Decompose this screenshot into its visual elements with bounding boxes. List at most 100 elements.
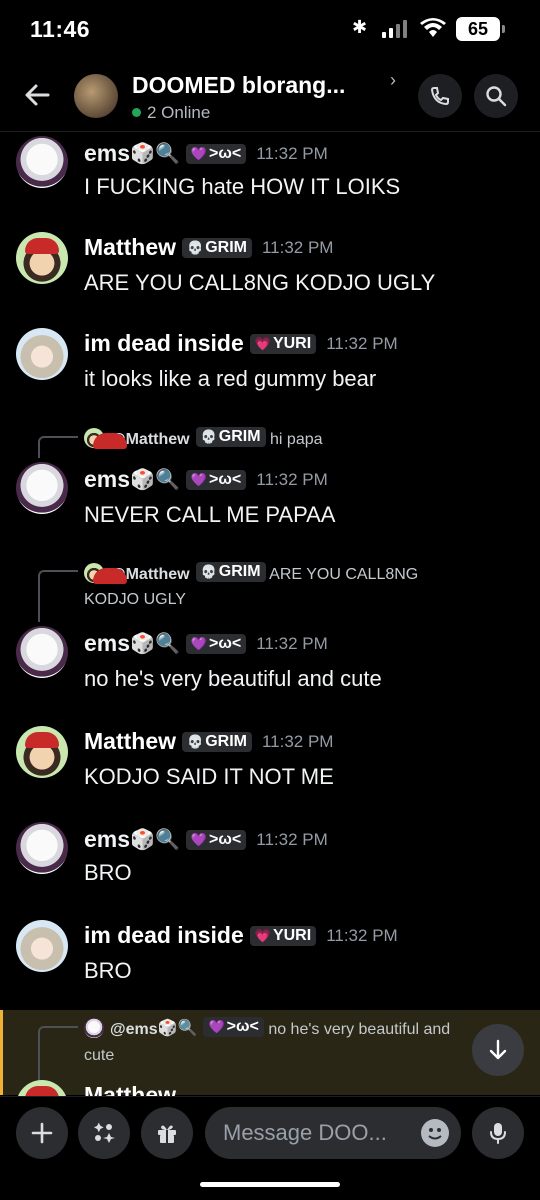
message[interactable]: ems🎲🔍 💜 >ω< 11:32 PM no he's very beautiful… <box>0 626 540 716</box>
message[interactable]: ems🎲🔍 💜 >ω< 11:32 PM BRO <box>0 822 540 912</box>
avatar[interactable] <box>16 232 68 284</box>
message-text: NEVER CALL ME PAPAA <box>84 502 336 527</box>
reply-text: hi papa <box>270 431 323 448</box>
online-dot-icon <box>132 108 141 117</box>
author-name[interactable]: ems <box>84 630 130 656</box>
avatar[interactable] <box>16 822 68 874</box>
avatar[interactable] <box>16 136 68 188</box>
status-bar: 11:46 ✱ 65 <box>0 0 540 60</box>
attach-button[interactable] <box>16 1107 68 1159</box>
role-tag: 💀 GRIM <box>195 427 266 447</box>
reply-preview-continued: KODJO UGLY <box>84 591 186 608</box>
author-name[interactable]: ems <box>84 826 130 852</box>
author-name[interactable]: Matthew <box>84 1082 176 1096</box>
timestamp: 11:32 PM <box>256 144 328 163</box>
heart-icon: 💜 <box>190 146 208 161</box>
timestamp: 11:32 PM <box>256 470 328 489</box>
reply-preview-continued: cute <box>84 1047 115 1064</box>
timestamp: 11:32 PM <box>261 732 334 751</box>
voice-call-button[interactable] <box>418 74 462 118</box>
jump-to-present-button[interactable] <box>472 1024 524 1076</box>
avatar[interactable] <box>16 920 68 972</box>
avatar[interactable] <box>16 626 68 678</box>
message[interactable]: im dead inside 💗 YURI 11:32 PM BRO <box>0 920 540 1010</box>
message[interactable]: Matthew 💀 GRIM 11:32 PM ARE YOU CALL8NG KOD… <box>0 232 540 322</box>
role-tag: 💜 >ω< <box>185 634 247 654</box>
message[interactable]: Matthew 💀 GRIM 11:32 PM KODJO SAID IT NOT M… <box>0 726 540 816</box>
message[interactable]: im dead inside 💗 YURI 11:32 PM it looks lik… <box>0 328 540 418</box>
skull-icon: 💀 <box>187 240 204 255</box>
message-input[interactable]: Message DOO... <box>205 1107 461 1159</box>
message[interactable]: ems🎲🔍 💜 >ω< 11:32 PM I FUCKING hate HOW IT … <box>0 136 540 226</box>
timestamp: 11:32 PM <box>326 334 398 353</box>
message-text: BRO <box>84 958 132 983</box>
reply-connector <box>38 570 78 622</box>
dice-icon: 🎲🔍 <box>130 829 180 851</box>
channel-title[interactable]: DOOMED blorang... <box>132 72 345 99</box>
author-name[interactable]: ems <box>84 466 130 492</box>
role-tag: 💀 GRIM <box>195 562 266 582</box>
skull-icon: 💀 <box>200 564 217 579</box>
author-name[interactable]: Matthew <box>84 728 176 754</box>
message-text: BRO <box>84 860 132 885</box>
phone-icon <box>430 87 449 106</box>
bluetooth-icon: ✱ <box>352 17 368 37</box>
clock: 11:46 <box>30 16 91 42</box>
dice-icon: 🎲🔍 <box>130 469 180 491</box>
reply-avatar <box>84 563 104 583</box>
role-tag: 💜 >ω< <box>185 470 247 490</box>
message-text: KODJO SAID IT NOT ME <box>84 764 334 789</box>
emoji-icon[interactable] <box>421 1119 449 1147</box>
wifi-icon <box>420 18 446 37</box>
heart-icon: 💜 <box>190 472 208 487</box>
dice-icon: 🎲🔍 <box>130 143 180 165</box>
skull-icon: 💀 <box>187 734 204 749</box>
battery-indicator: 65 <box>456 17 505 41</box>
cellular-signal-icon <box>382 20 408 38</box>
author-name[interactable]: ems <box>84 140 130 166</box>
message[interactable]: ems🎲🔍 💜 >ω< 11:32 PM NEVER CALL ME PAPAA <box>0 462 540 552</box>
skull-icon: 💀 <box>200 429 217 444</box>
author-name[interactable]: im dead inside <box>84 922 244 948</box>
role-tag: 💗 YURI <box>249 926 317 946</box>
chevron-right-icon[interactable]: › <box>390 70 396 91</box>
role-tag: 💗 YURI <box>249 334 317 354</box>
reply-preview[interactable]: @Matthew 💀 GRIM hi papa <box>84 427 323 449</box>
plus-icon <box>31 1122 53 1144</box>
author-name[interactable]: Matthew <box>84 234 176 260</box>
microphone-icon <box>490 1123 506 1144</box>
smiley-icon <box>428 1128 442 1140</box>
voice-message-button[interactable] <box>472 1107 524 1159</box>
channel-avatar[interactable] <box>74 74 118 118</box>
avatar[interactable] <box>16 462 68 514</box>
apps-icon <box>94 1122 115 1143</box>
reply-preview[interactable]: @Matthew 💀 GRIM ARE YOU CALL8NG <box>84 562 418 584</box>
search-button[interactable] <box>474 74 518 118</box>
role-tag: 💀 GRIM <box>182 732 252 752</box>
search-icon <box>486 86 507 107</box>
heart-icon: 💜 <box>190 832 208 847</box>
timestamp: 11:32 PM <box>326 926 398 945</box>
reply-avatar <box>84 428 104 448</box>
reply-connector <box>38 436 78 458</box>
gift-button[interactable] <box>141 1107 193 1159</box>
arrow-down-icon <box>489 1039 507 1060</box>
timestamp: 11:32 PM <box>256 830 328 849</box>
avatar[interactable] <box>16 328 68 380</box>
heart-icon: 💜 <box>190 636 208 651</box>
message-text: no he's very beautiful and cute <box>84 666 382 691</box>
reply-avatar <box>84 1018 104 1038</box>
reply-text: ARE YOU CALL8NG <box>269 566 419 583</box>
heart-icon: 💗 <box>254 336 271 351</box>
avatar[interactable] <box>16 726 68 778</box>
message[interactable]: Matthew <box>0 1080 540 1096</box>
back-arrow-icon[interactable] <box>22 80 52 110</box>
role-tag: 💀 GRIM <box>182 238 252 258</box>
heart-icon: 💗 <box>254 928 271 943</box>
message-text: ARE YOU CALL8NG KODJO UGLY <box>84 270 436 295</box>
dice-icon: 🎲🔍 <box>130 633 180 655</box>
author-name[interactable]: im dead inside <box>84 330 244 356</box>
reply-preview[interactable]: @ems🎲🔍 💜 >ω< no he's very beautiful and <box>84 1017 450 1039</box>
avatar[interactable] <box>16 1080 68 1096</box>
apps-button[interactable] <box>78 1107 130 1159</box>
